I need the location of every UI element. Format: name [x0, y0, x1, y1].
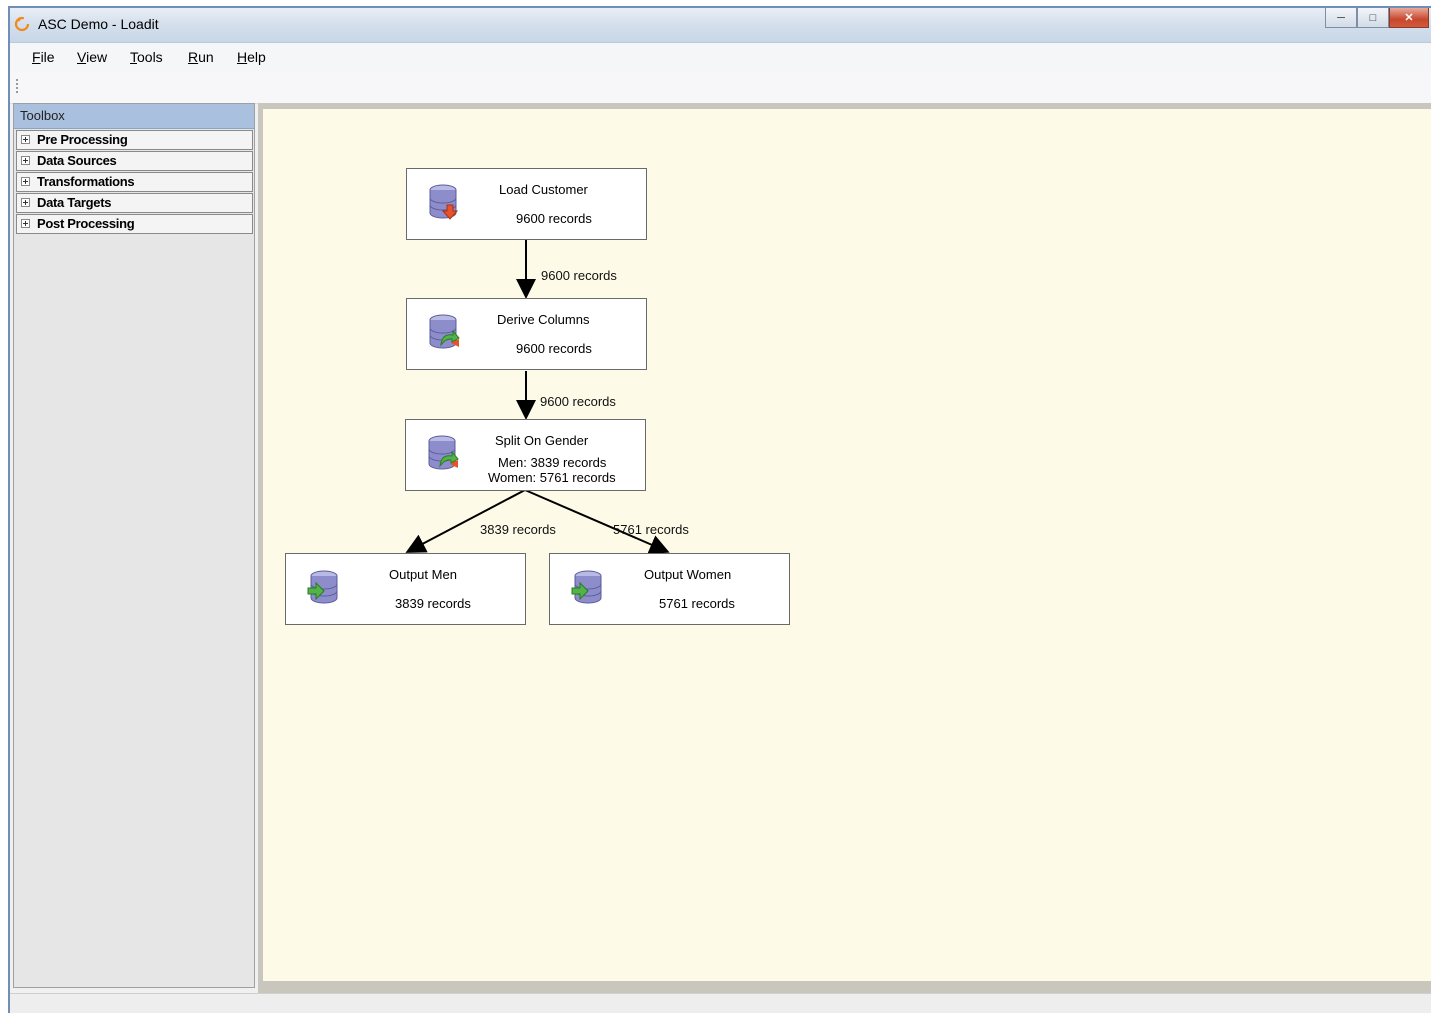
connector-label: 3839 records [480, 522, 556, 537]
toolbox-group-transformations[interactable]: Transformations [16, 172, 253, 192]
toolbox-panel: Toolbox Pre Processing Data Sources Tran… [13, 103, 255, 988]
connector-split-to-women[interactable] [524, 489, 670, 554]
menu-bar: File View Tools Run Help [10, 43, 1431, 71]
toolbox-group-label: Transformations [37, 174, 135, 189]
toolbox-group-post-processing[interactable]: Post Processing [16, 214, 253, 234]
toolbox-group-label: Data Sources [37, 153, 117, 168]
node-women-count: Women: 5761 records [488, 470, 616, 485]
window-controls: ─ □ ✕ [1325, 8, 1429, 30]
expand-plus-icon[interactable] [21, 198, 30, 207]
node-load-customer[interactable]: Load Customer 9600 records [406, 168, 647, 240]
node-men-count: Men: 3839 records [498, 455, 607, 470]
connector-label: 5761 records [613, 522, 689, 537]
node-derive-columns[interactable]: Derive Columns 9600 records [406, 298, 647, 370]
close-icon: ✕ [1404, 12, 1414, 24]
node-title: Output Women [644, 567, 732, 582]
window-title: ASC Demo - Loadit [38, 16, 159, 32]
database-import-icon [429, 184, 459, 220]
expand-plus-icon[interactable] [21, 219, 30, 228]
toolbox-group-label: Post Processing [37, 216, 135, 231]
menu-tools[interactable]: Tools [130, 49, 163, 65]
toolbox-group-label: Pre Processing [37, 132, 128, 147]
node-output-women[interactable]: Output Women 5761 records [549, 553, 790, 625]
database-transform-icon [428, 435, 459, 470]
minimize-button[interactable]: ─ [1325, 8, 1357, 28]
database-transform-icon [429, 314, 460, 349]
toolbox-group-label: Data Targets [37, 195, 112, 210]
node-title: Derive Columns [497, 312, 590, 327]
node-split-on-gender[interactable]: Split On Gender Men: 3839 records Women:… [405, 419, 646, 491]
connector-label: 9600 records [541, 268, 617, 283]
flow-canvas[interactable]: 9600 records 9600 records 3839 records 5… [263, 109, 1431, 981]
menu-help[interactable]: Help [237, 49, 266, 65]
node-record-count: 9600 records [516, 211, 592, 226]
node-record-count: 5761 records [659, 596, 735, 611]
toolbox-header: Toolbox [14, 104, 254, 129]
app-window: ASC Demo - Loadit ─ □ ✕ File View Tools … [8, 6, 1431, 1013]
maximize-button[interactable]: □ [1357, 8, 1389, 28]
node-output-men[interactable]: Output Men 3839 records [285, 553, 526, 625]
close-button[interactable]: ✕ [1389, 8, 1429, 28]
database-export-icon [571, 570, 602, 604]
menu-view[interactable]: View [77, 49, 107, 65]
menu-file[interactable]: File [32, 49, 55, 65]
database-export-icon [307, 570, 338, 604]
toolbar [10, 71, 1431, 104]
node-title: Split On Gender [495, 433, 589, 448]
expand-plus-icon[interactable] [21, 177, 30, 186]
expand-plus-icon[interactable] [21, 135, 30, 144]
menu-run[interactable]: Run [188, 49, 214, 65]
status-bar [10, 993, 1431, 1013]
expand-plus-icon[interactable] [21, 156, 30, 165]
node-title: Output Men [389, 567, 457, 582]
node-title: Load Customer [499, 182, 588, 197]
maximize-icon: □ [1369, 11, 1377, 24]
toolbox-group-data-targets[interactable]: Data Targets [16, 193, 253, 213]
node-record-count: 9600 records [516, 341, 592, 356]
minimize-icon: ─ [1337, 11, 1345, 24]
node-record-count: 3839 records [395, 596, 471, 611]
app-logo-icon [14, 16, 30, 32]
connector-split-to-men[interactable] [405, 489, 526, 553]
toolbox-group-pre-processing[interactable]: Pre Processing [16, 130, 253, 150]
toolbar-grip-handle[interactable] [16, 79, 18, 95]
connector-label: 9600 records [540, 394, 616, 409]
title-bar[interactable]: ASC Demo - Loadit ─ □ ✕ [10, 8, 1431, 43]
toolbox-group-data-sources[interactable]: Data Sources [16, 151, 253, 171]
designer-frame: 9600 records 9600 records 3839 records 5… [258, 103, 1431, 993]
